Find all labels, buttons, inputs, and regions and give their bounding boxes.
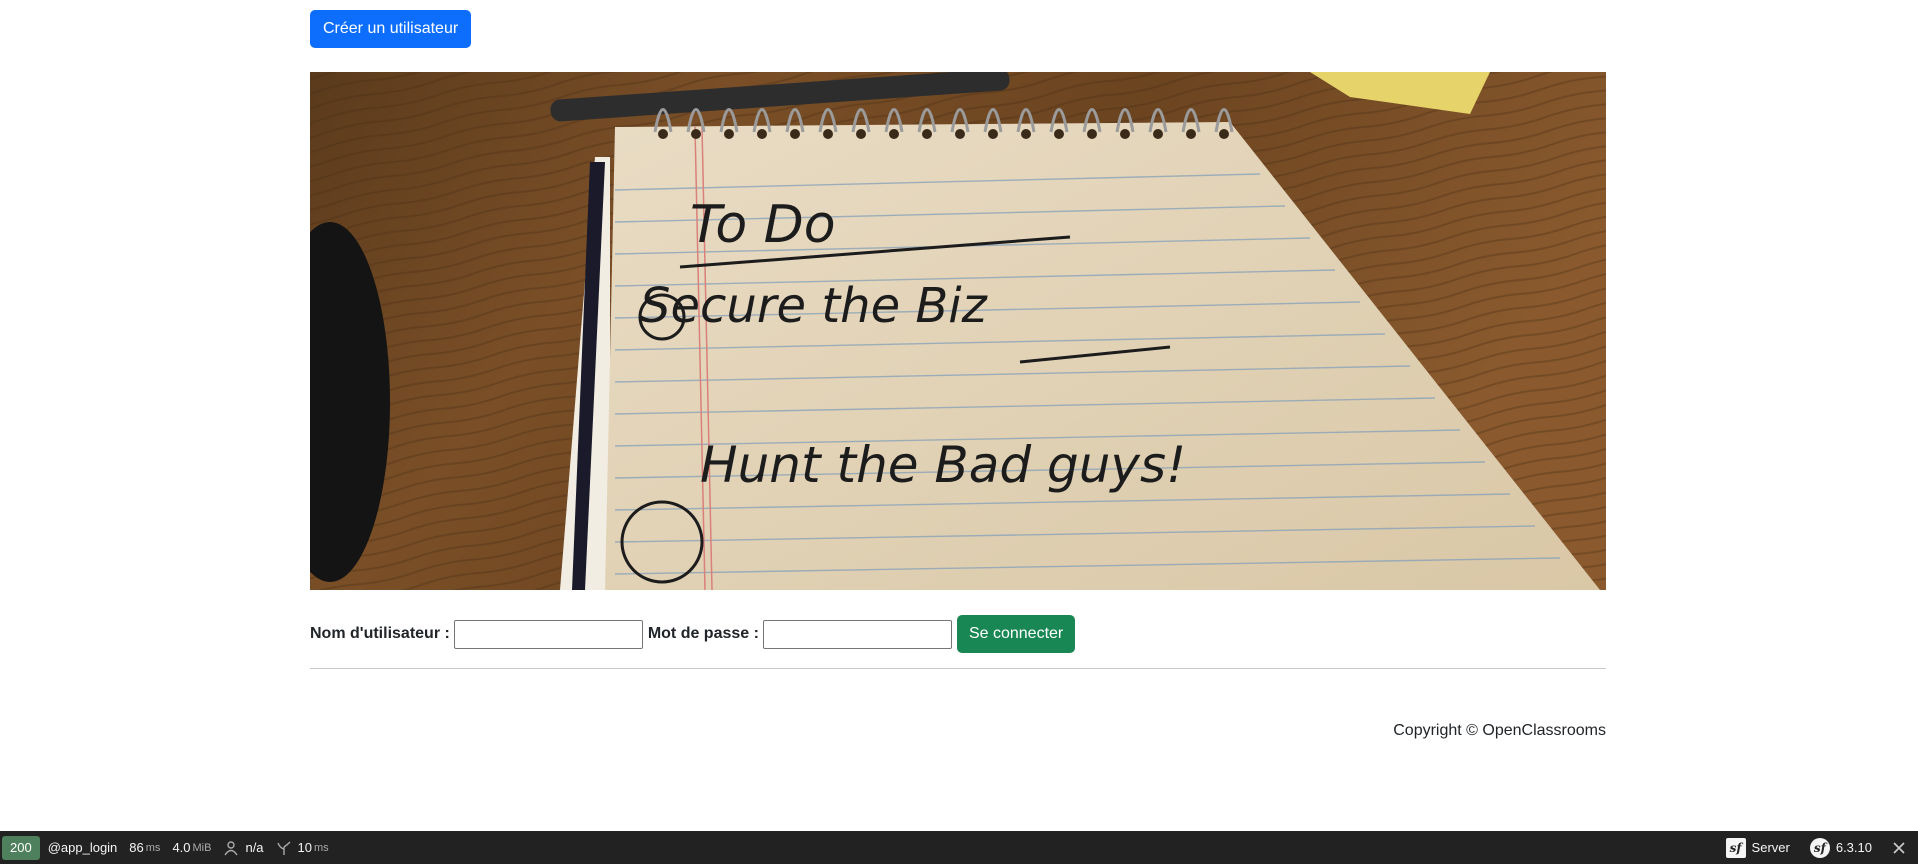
create-user-button[interactable]: Créer un utilisateur [310, 10, 472, 48]
debug-toolbar: 200 @app_login 86 ms 4.0 MiB n/a 10 ms s… [0, 831, 1918, 864]
route-name[interactable]: @app_login [48, 840, 118, 855]
toolbar-right: sf Server sf 6.3.10 [1714, 831, 1918, 864]
hero-text-line-3: Hunt the Bad guys! [700, 436, 1186, 494]
login-button[interactable]: Se connecter [956, 615, 1076, 653]
memory-value: 4.0 [172, 840, 191, 855]
server-info[interactable]: sf Server [1725, 837, 1790, 858]
request-time-value: 86 [129, 840, 144, 855]
user-value: n/a [245, 840, 264, 855]
username-label: Nom d'utilisateur : [310, 625, 450, 642]
request-time[interactable]: 86 ms [129, 840, 160, 855]
hero-text-line-2: Secure the Biz [640, 278, 989, 334]
footer-divider [310, 668, 1606, 669]
memory-usage[interactable]: 4.0 MiB [172, 840, 211, 855]
status-code-badge[interactable]: 200 [2, 835, 40, 860]
twig-value: 10 [297, 840, 313, 855]
user-icon [224, 840, 239, 855]
twig-unit: ms [314, 841, 329, 854]
login-form: Nom d'utilisateur : Mot de passe : Se co… [310, 614, 1076, 654]
username-input[interactable] [453, 619, 643, 649]
twig-render-time[interactable]: 10 ms [276, 840, 329, 856]
symfony-server-icon: sf [1725, 837, 1746, 858]
password-input[interactable] [762, 619, 952, 649]
request-time-unit: ms [145, 841, 161, 854]
twig-icon [276, 841, 291, 855]
hero-text-line-1: To Do [690, 195, 836, 255]
symfony-logo-icon: sf [1809, 837, 1830, 858]
todo-notepad-image: To Do Secure the Biz Hunt the Bad guys! [310, 72, 1606, 590]
security-user[interactable]: n/a [223, 840, 264, 856]
server-label: Server [1751, 840, 1790, 855]
copyright-text: Copyright © OpenClassrooms [1393, 722, 1606, 739]
memory-unit: MiB [192, 841, 212, 854]
symfony-version[interactable]: sf 6.3.10 [1809, 837, 1872, 858]
version-value: 6.3.10 [1835, 840, 1872, 855]
close-icon[interactable] [1892, 841, 1906, 855]
password-label: Mot de passe : [647, 625, 759, 642]
